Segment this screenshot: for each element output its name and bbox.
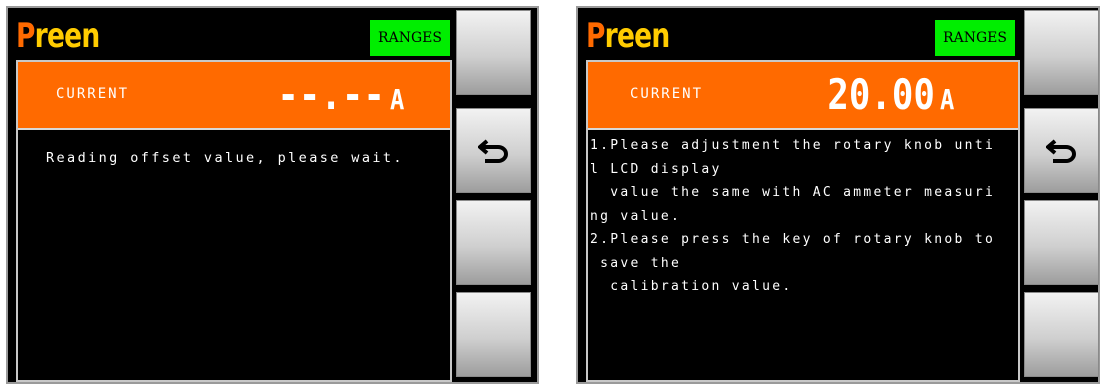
side-button-3[interactable]	[456, 200, 531, 285]
current-unit: A	[939, 83, 954, 116]
instruction-text: 1.Please adjustment the rotary knob unti…	[590, 134, 1014, 299]
current-label: CURRENT	[630, 86, 704, 102]
current-value: 20.00 A	[827, 68, 954, 127]
readout-panel: CURRENT --.-- A Reading offset value, ple…	[16, 60, 452, 382]
back-button[interactable]	[1024, 108, 1099, 193]
side-button-3[interactable]	[1024, 200, 1099, 285]
instruction-line: calibration value.	[590, 279, 793, 294]
brand-logo: Preen	[16, 16, 101, 56]
current-value: --.-- A	[277, 68, 404, 127]
instruction-line: l LCD display	[590, 161, 722, 177]
instruction-line: ng value.	[590, 208, 682, 224]
calibration-screen-waiting: Preen RANGES CURRENT --.-- A Reading offs…	[6, 6, 539, 384]
back-arrow-icon	[477, 138, 508, 163]
brand-logo-letter: P	[586, 16, 605, 56]
status-message: Reading offset value, please wait.	[46, 150, 404, 166]
side-button-4[interactable]	[456, 292, 531, 377]
instruction-line: save the	[590, 255, 682, 271]
readout-panel: CURRENT 20.00 A 1.Please adjustment the r…	[586, 60, 1020, 382]
current-value-number: 20.00	[827, 70, 935, 119]
current-unit: A	[389, 83, 404, 116]
instruction-line: 2.Please press the key of rotary knob to	[590, 232, 996, 247]
brand-logo-letter: P	[16, 16, 35, 56]
instruction-line: 1.Please adjustment the rotary knob unti	[590, 138, 996, 153]
current-value-number: --.--	[277, 70, 385, 119]
instruction-line: value the same with AC ammeter measuri	[590, 185, 996, 200]
ranges-button[interactable]: RANGES	[370, 20, 450, 56]
current-label: CURRENT	[56, 86, 130, 102]
current-bar: CURRENT --.-- A	[18, 62, 450, 130]
brand-logo: Preen	[586, 16, 671, 56]
side-button-1[interactable]	[1024, 10, 1099, 95]
calibration-screen-instructions: Preen RANGES CURRENT 20.00 A 1.Please adj…	[576, 6, 1100, 384]
back-button[interactable]	[456, 108, 531, 193]
current-bar: CURRENT 20.00 A	[588, 62, 1018, 130]
ranges-button[interactable]: RANGES	[935, 20, 1015, 56]
brand-logo-rest: reen	[604, 16, 671, 56]
brand-logo-rest: reen	[34, 16, 101, 56]
side-button-4[interactable]	[1024, 292, 1099, 377]
back-arrow-icon	[1045, 138, 1076, 163]
side-button-1[interactable]	[456, 10, 531, 95]
